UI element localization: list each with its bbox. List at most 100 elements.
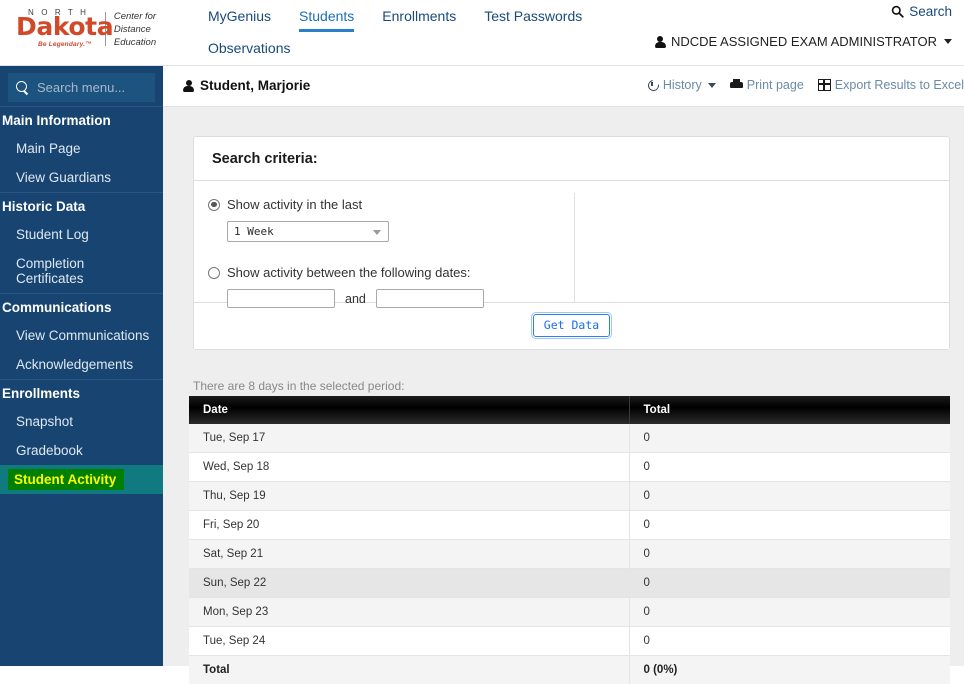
cell-total-label: Total <box>189 656 629 684</box>
sidebar-item-completion-certificates[interactable]: Completion Certificates <box>0 249 163 293</box>
table-row[interactable]: Fri, Sep 20 0 <box>189 511 950 540</box>
print-page-button[interactable]: Print page <box>730 78 804 92</box>
sidebar-item-main-page[interactable]: Main Page <box>0 134 163 163</box>
page-title: Student, Marjorie <box>183 78 310 93</box>
person-icon <box>655 36 666 48</box>
sidebar-item-student-log[interactable]: Student Log <box>0 220 163 249</box>
cell-total: 0 <box>629 569 950 598</box>
date-from-input[interactable] <box>227 289 335 308</box>
results-period-note: There are 8 days in the selected period: <box>193 379 404 393</box>
cell-date: Mon, Sep 23 <box>189 598 629 627</box>
export-to-excel-label: Export Results to Excel <box>835 78 964 92</box>
sidebar-item-label: View Guardians <box>16 170 111 185</box>
date-range-row: and <box>227 289 931 308</box>
table-header-row: Date Total <box>189 396 950 424</box>
sidebar-item-label: Student Log <box>16 227 89 242</box>
search-criteria-body: Show activity in the last 1 Week Show ac… <box>194 181 949 302</box>
table-row[interactable]: Wed, Sep 18 0 <box>189 453 950 482</box>
brand-logo[interactable]: N O R T H Dakota Be Legendary.™ Center f… <box>16 6 188 52</box>
global-search-label: Search <box>909 4 952 19</box>
person-icon <box>183 80 194 92</box>
search-criteria-card: Search criteria: Show activity in the la… <box>193 136 950 350</box>
sidebar-item-gradebook[interactable]: Gradebook <box>0 436 163 465</box>
sidebar-item-snapshot[interactable]: Snapshot <box>0 407 163 436</box>
chevron-down-icon <box>373 230 381 235</box>
cell-date: Tue, Sep 24 <box>189 627 629 656</box>
sidebar-item-view-communications[interactable]: View Communications <box>0 321 163 350</box>
search-menu-placeholder: Search menu... <box>37 80 125 95</box>
search-icon <box>891 5 904 18</box>
table-row[interactable]: Tue, Sep 17 0 <box>189 424 950 453</box>
main-content: Student, Marjorie History Print page Exp… <box>163 66 964 666</box>
cell-total: 0 <box>629 540 950 569</box>
history-button[interactable]: History <box>647 78 716 92</box>
table-head: Date Total <box>189 396 950 424</box>
nav-item-mygenius[interactable]: MyGenius <box>208 4 271 32</box>
user-menu-label: NDCDE ASSIGNED EXAM ADMINISTRATOR <box>671 34 937 49</box>
option-show-activity-between[interactable]: Show activity between the following date… <box>208 265 931 280</box>
option-show-activity-last-label: Show activity in the last <box>227 197 362 212</box>
page-subheader: Student, Marjorie History Print page Exp… <box>163 66 964 107</box>
nav-item-students[interactable]: Students <box>299 4 354 32</box>
radio-show-activity-between[interactable] <box>208 267 220 279</box>
option-show-activity-last[interactable]: Show activity in the last <box>208 197 931 212</box>
table-row[interactable]: Sat, Sep 21 0 <box>189 540 950 569</box>
get-data-button[interactable]: Get Data <box>533 314 610 337</box>
user-menu[interactable]: NDCDE ASSIGNED EXAM ADMINISTRATOR <box>655 34 952 49</box>
chevron-down-icon <box>708 83 716 88</box>
sidebar-group-main-information: Main Information <box>0 106 163 134</box>
print-page-label: Print page <box>747 78 804 92</box>
page-toolbar: History Print page Export Results to Exc… <box>647 78 964 92</box>
column-header-total[interactable]: Total <box>629 396 950 424</box>
sidebar-item-label: Main Page <box>16 141 81 156</box>
cell-total: 0 <box>629 511 950 540</box>
sidebar-item-label: Student Activity <box>8 469 124 490</box>
logo-tagline: Be Legendary.™ <box>38 41 92 48</box>
sidebar-item-label: Snapshot <box>16 414 73 429</box>
option-show-activity-between-label: Show activity between the following date… <box>227 265 471 280</box>
cell-date: Sat, Sep 21 <box>189 540 629 569</box>
export-to-excel-button[interactable]: Export Results to Excel <box>818 78 964 92</box>
grid-icon <box>818 79 831 91</box>
column-header-date[interactable]: Date <box>189 396 629 424</box>
sidebar-item-student-activity[interactable]: Student Activity <box>0 465 163 494</box>
table-row[interactable]: Sun, Sep 22 0 <box>189 569 950 598</box>
table-row[interactable]: Tue, Sep 24 0 <box>189 627 950 656</box>
and-label: and <box>345 292 366 306</box>
history-icon <box>647 79 659 91</box>
chevron-down-icon <box>944 39 952 44</box>
global-search-link[interactable]: Search <box>891 4 952 19</box>
cell-date: Wed, Sep 18 <box>189 453 629 482</box>
printer-icon <box>730 79 743 91</box>
cell-total: 0 <box>629 482 950 511</box>
cell-total: 0 <box>629 598 950 627</box>
search-criteria-title: Search criteria: <box>194 137 949 181</box>
logo-subtitle-line1: Center for <box>114 10 188 23</box>
nav-item-test-passwords[interactable]: Test Passwords <box>484 4 582 32</box>
period-select[interactable]: 1 Week <box>227 221 389 242</box>
cell-date: Tue, Sep 17 <box>189 424 629 453</box>
cell-total: 0 <box>629 453 950 482</box>
sidebar-item-view-guardians[interactable]: View Guardians <box>0 163 163 192</box>
period-select-value: 1 Week <box>234 225 274 238</box>
sidebar-item-label: Gradebook <box>16 443 83 458</box>
sidebar: Search menu... Main Information Main Pag… <box>0 66 163 666</box>
nav-item-enrollments[interactable]: Enrollments <box>382 4 456 32</box>
sidebar-item-label: View Communications <box>16 328 149 343</box>
cell-total-value: 0 (0%) <box>629 656 950 684</box>
logo-subtitle: Center for Distance Education <box>114 10 188 49</box>
sidebar-group-communications: Communications <box>0 293 163 321</box>
table-body: Tue, Sep 17 0 Wed, Sep 18 0 Thu, Sep 19 … <box>189 424 950 684</box>
table-row[interactable]: Mon, Sep 23 0 <box>189 598 950 627</box>
logo-dakota-text: Dakota <box>16 14 113 39</box>
sidebar-item-acknowledgements[interactable]: Acknowledgements <box>0 350 163 379</box>
sidebar-group-historic-data: Historic Data <box>0 192 163 220</box>
cell-date: Fri, Sep 20 <box>189 511 629 540</box>
radio-show-activity-last[interactable] <box>208 199 220 211</box>
nav-item-observations[interactable]: Observations <box>208 36 290 64</box>
search-menu-input[interactable]: Search menu... <box>8 73 155 102</box>
date-to-input[interactable] <box>376 289 484 308</box>
table-row[interactable]: Thu, Sep 19 0 <box>189 482 950 511</box>
activity-results-table: Date Total Tue, Sep 17 0 Wed, Sep 18 0 T… <box>189 396 950 684</box>
logo-mark: N O R T H Dakota Be Legendary.™ <box>16 6 103 52</box>
